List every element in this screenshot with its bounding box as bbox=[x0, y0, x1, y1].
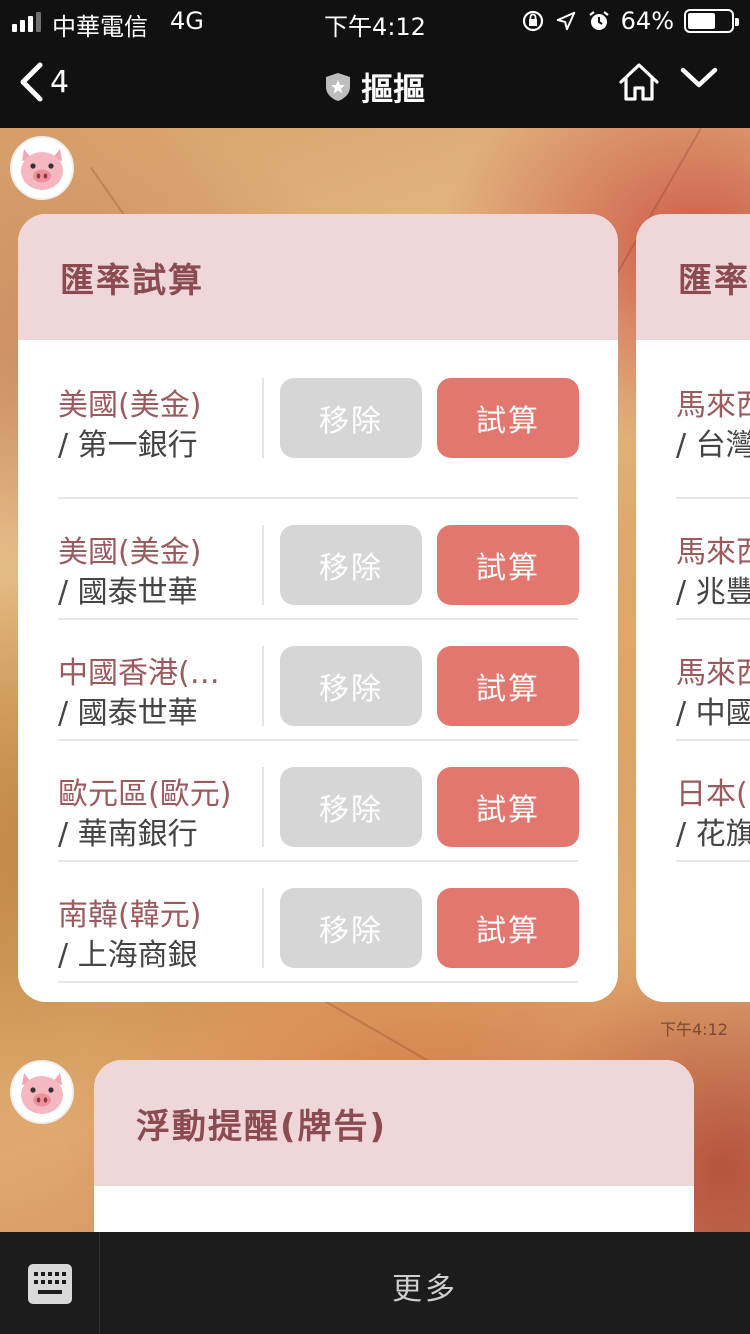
rate-row: 馬來西 / 兆豐 bbox=[676, 499, 750, 620]
rate-list: 馬來西 / 台灣 馬來西 / 兆豐 馬來西 / 中國 日本( / 花旗 bbox=[636, 340, 750, 862]
currency-label: 馬來西 bbox=[676, 388, 750, 423]
rate-alert-card[interactable]: 浮動提醒(牌告) bbox=[94, 1060, 694, 1232]
bottom-bar: 更多 bbox=[0, 1232, 750, 1334]
alarm-icon bbox=[588, 11, 609, 30]
row-divider bbox=[262, 888, 264, 968]
rate-row: 馬來西 / 中國 bbox=[676, 620, 750, 741]
rate-row: 歐元區(歐元) / 華南銀行 移除 試算 bbox=[58, 741, 579, 862]
home-icon[interactable] bbox=[618, 62, 660, 102]
rate-row: 美國(美金) / 國泰世華 移除 試算 bbox=[58, 499, 579, 620]
currency-label: 美國(美金) bbox=[58, 535, 202, 570]
chevron-down-icon[interactable] bbox=[680, 66, 718, 90]
rate-list: 美國(美金) / 第一銀行 移除 試算 美國(美金) / 國泰世華 移除 試算 … bbox=[18, 340, 618, 983]
currency-label: 歐元區(歐元) bbox=[58, 777, 232, 812]
currency-label: 南韓(韓元) bbox=[58, 898, 202, 933]
row-divider bbox=[262, 378, 264, 458]
status-bar: 中華電信 4G 下午4:12 64% bbox=[0, 0, 750, 42]
currency-label: 日本( bbox=[676, 777, 748, 812]
currency-label: 中國香港(… bbox=[58, 656, 220, 691]
row-divider bbox=[262, 646, 264, 726]
bank-label: / 台灣 bbox=[676, 428, 750, 463]
nav-bar: 4 摳摳 bbox=[0, 42, 750, 128]
bot-avatar[interactable] bbox=[10, 136, 74, 200]
bank-label: / 花旗 bbox=[676, 817, 750, 852]
bank-label: / 第一銀行 bbox=[58, 428, 198, 463]
battery-icon bbox=[684, 9, 739, 33]
bank-label: / 國泰世華 bbox=[58, 696, 198, 731]
bank-label: / 兆豐 bbox=[676, 575, 750, 610]
remove-button[interactable]: 移除 bbox=[280, 888, 422, 968]
card-header: 匯率試算 bbox=[18, 214, 618, 340]
message-timestamp: 下午4:12 bbox=[660, 1020, 728, 1039]
calculate-button[interactable]: 試算 bbox=[437, 767, 579, 847]
currency-label: 馬來西 bbox=[676, 656, 750, 691]
calculate-button[interactable]: 試算 bbox=[437, 378, 579, 458]
rate-row: 日本( / 花旗 bbox=[676, 741, 750, 862]
rate-row: 美國(美金) / 第一銀行 移除 試算 bbox=[58, 378, 579, 499]
bank-label: / 華南銀行 bbox=[58, 817, 198, 852]
chat-title-text: 摳摳 bbox=[360, 70, 425, 108]
rate-row: 中國香港(… / 國泰世華 移除 試算 bbox=[58, 620, 579, 741]
pig-face-icon bbox=[21, 149, 63, 190]
remove-button[interactable]: 移除 bbox=[280, 378, 422, 458]
row-divider bbox=[262, 767, 264, 847]
bot-avatar[interactable] bbox=[10, 1060, 74, 1124]
location-icon bbox=[556, 11, 575, 31]
rotation-lock-icon bbox=[522, 10, 543, 32]
status-right: 64% bbox=[521, 7, 739, 35]
row-divider bbox=[262, 525, 264, 605]
keyboard-icon bbox=[28, 1264, 72, 1304]
calculate-button[interactable]: 試算 bbox=[437, 525, 579, 605]
exchange-rate-card-next[interactable]: 匯率 馬來西 / 台灣 馬來西 / 兆豐 馬來西 / 中國 日本( bbox=[636, 214, 750, 1002]
pig-face-icon bbox=[21, 1073, 63, 1114]
exchange-rate-card: 匯率試算 美國(美金) / 第一銀行 移除 試算 美國(美金) / 國泰世華 移… bbox=[18, 214, 618, 1002]
more-menu-button[interactable]: 更多 bbox=[100, 1264, 750, 1308]
card-header: 匯率 bbox=[636, 214, 750, 340]
remove-button[interactable]: 移除 bbox=[280, 767, 422, 847]
battery-percent: 64% bbox=[620, 7, 674, 35]
rate-row: 南韓(韓元) / 上海商銀 移除 試算 bbox=[58, 862, 579, 983]
keyboard-toggle-button[interactable] bbox=[0, 1232, 100, 1334]
bank-label: / 國泰世華 bbox=[58, 575, 198, 610]
calculate-button[interactable]: 試算 bbox=[437, 646, 579, 726]
bank-label: / 中國 bbox=[676, 696, 750, 731]
calculate-button[interactable]: 試算 bbox=[437, 888, 579, 968]
official-badge-icon bbox=[325, 73, 350, 101]
rate-row: 馬來西 / 台灣 bbox=[676, 378, 750, 499]
currency-label: 馬來西 bbox=[676, 535, 750, 570]
currency-label: 美國(美金) bbox=[58, 388, 202, 423]
bank-label: / 上海商銀 bbox=[58, 938, 198, 973]
remove-button[interactable]: 移除 bbox=[280, 525, 422, 605]
remove-button[interactable]: 移除 bbox=[280, 646, 422, 726]
chat-area[interactable]: 匯率試算 美國(美金) / 第一銀行 移除 試算 美國(美金) / 國泰世華 移… bbox=[0, 128, 750, 1232]
card-header: 浮動提醒(牌告) bbox=[94, 1060, 694, 1186]
